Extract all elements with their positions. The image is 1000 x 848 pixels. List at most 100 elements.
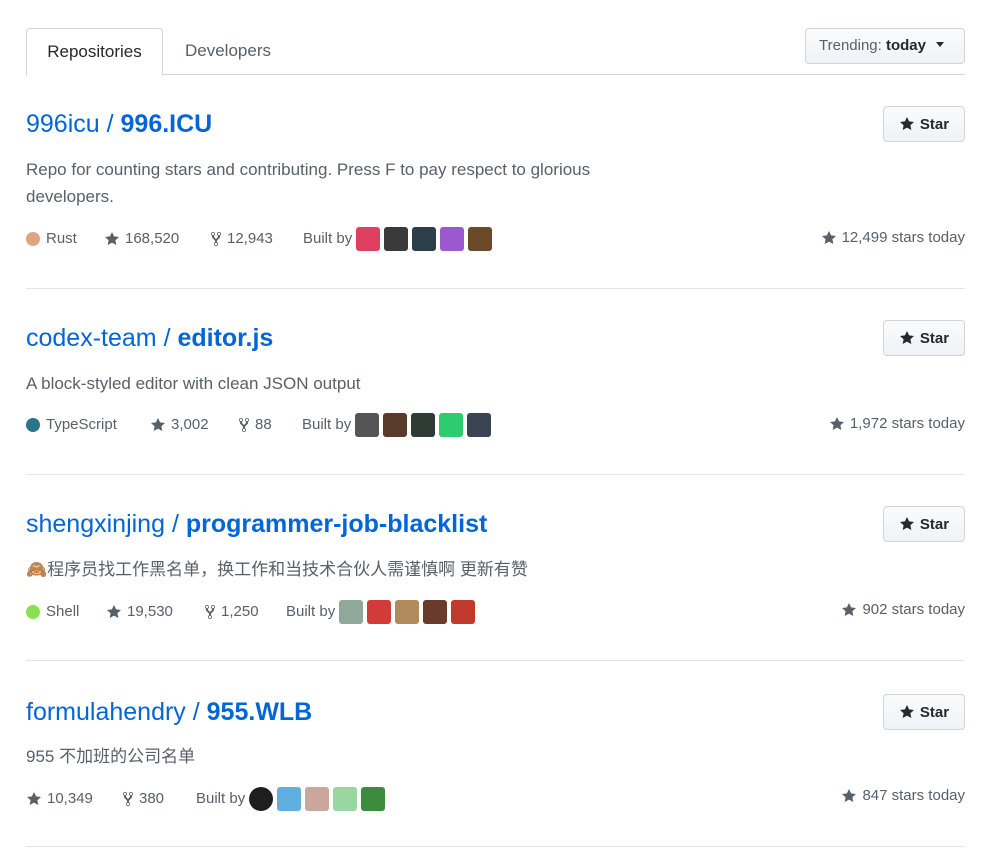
star-button[interactable]: Star bbox=[883, 506, 965, 542]
avatar[interactable] bbox=[384, 227, 409, 251]
star-button[interactable]: Star bbox=[883, 694, 965, 730]
stars-today: 902 stars today bbox=[841, 598, 965, 622]
language-color-dot bbox=[26, 232, 40, 246]
language-name: Rust bbox=[46, 230, 77, 247]
repo-meta: 10,349 380 Built by bbox=[26, 787, 626, 811]
repo-stars-link[interactable]: 10,349 bbox=[26, 787, 93, 811]
star-button-label: Star bbox=[919, 515, 950, 533]
star-button[interactable]: Star bbox=[883, 106, 965, 142]
repo-forks-link[interactable]: 88 bbox=[238, 413, 272, 437]
repo-item: shengxinjing / programmer-job-blacklist … bbox=[26, 506, 965, 630]
star-icon bbox=[842, 789, 857, 802]
repo-owner: 996icu bbox=[26, 110, 100, 138]
stars-today-text: 847 stars today bbox=[862, 787, 965, 804]
fork-icon bbox=[239, 418, 249, 432]
star-icon bbox=[105, 232, 119, 245]
built-by: Built by bbox=[286, 600, 479, 624]
star-icon bbox=[899, 117, 914, 130]
forks-count: 88 bbox=[255, 416, 272, 433]
avatar[interactable] bbox=[383, 413, 408, 437]
avatar[interactable] bbox=[440, 227, 465, 251]
trending-value: today bbox=[885, 37, 926, 54]
forks-count: 12,943 bbox=[227, 230, 273, 247]
avatar[interactable] bbox=[367, 600, 392, 624]
avatar[interactable] bbox=[412, 227, 437, 251]
avatar[interactable] bbox=[339, 600, 364, 624]
avatar[interactable] bbox=[468, 227, 493, 251]
repo-forks-link[interactable]: 12,943 bbox=[210, 227, 273, 251]
language-name: Shell bbox=[46, 603, 80, 620]
divider bbox=[26, 474, 965, 475]
stars-count: 3,002 bbox=[171, 416, 209, 433]
repo-stars-link[interactable]: 19,530 bbox=[106, 600, 173, 624]
avatar[interactable] bbox=[249, 787, 274, 811]
repo-title-link[interactable]: 996icu / 996.ICU bbox=[26, 110, 212, 139]
divider bbox=[26, 846, 965, 847]
built-by: Built by bbox=[302, 413, 495, 437]
built-by-label: Built by bbox=[196, 790, 246, 807]
avatar[interactable] bbox=[395, 600, 420, 624]
contributor-avatars bbox=[356, 227, 496, 251]
repo-item: formulahendry / 955.WLB Star 955 不加班的公司名… bbox=[26, 694, 965, 818]
stars-today-text: 12,499 stars today bbox=[841, 229, 965, 246]
language-color-dot bbox=[26, 605, 40, 619]
repo-meta: TypeScript 3,002 88 Built by bbox=[26, 413, 626, 437]
built-by: Built by bbox=[303, 227, 496, 251]
built-by-label: Built by bbox=[302, 416, 352, 433]
repo-owner: codex-team bbox=[26, 324, 157, 352]
star-button-label: Star bbox=[919, 329, 950, 347]
tab-repositories[interactable]: Repositories bbox=[26, 28, 163, 76]
fork-icon bbox=[205, 605, 215, 619]
built-by-label: Built by bbox=[286, 603, 336, 620]
repo-name: programmer-job-blacklist bbox=[185, 510, 488, 538]
star-button-label: Star bbox=[919, 703, 950, 721]
stars-count: 10,349 bbox=[47, 790, 93, 807]
tab-developers[interactable]: Developers bbox=[169, 28, 287, 75]
repo-title-link[interactable]: codex-team / editor.js bbox=[26, 324, 273, 353]
avatar[interactable] bbox=[411, 413, 436, 437]
repo-stars-link[interactable]: 3,002 bbox=[150, 413, 209, 437]
divider bbox=[26, 660, 965, 661]
built-by: Built by bbox=[196, 787, 389, 811]
repo-description: 955 不加班的公司名单 bbox=[26, 747, 196, 766]
repo-language: TypeScript bbox=[26, 413, 117, 437]
repo-description: A block-styled editor with clean JSON ou… bbox=[26, 374, 361, 393]
repo-title-link[interactable]: formulahendry / 955.WLB bbox=[26, 698, 312, 727]
avatar[interactable] bbox=[439, 413, 464, 437]
repo-owner: formulahendry bbox=[26, 698, 186, 726]
avatar[interactable] bbox=[277, 787, 302, 811]
contributor-avatars bbox=[355, 413, 495, 437]
caret-down-icon bbox=[936, 41, 945, 47]
avatar[interactable] bbox=[333, 787, 358, 811]
star-icon bbox=[821, 231, 836, 244]
repo-name: 955.WLB bbox=[206, 698, 313, 726]
avatar[interactable] bbox=[356, 227, 381, 251]
avatar[interactable] bbox=[361, 787, 386, 811]
star-icon bbox=[899, 705, 914, 718]
repo-stars-link[interactable]: 168,520 bbox=[104, 227, 179, 251]
star-button[interactable]: Star bbox=[883, 320, 965, 356]
avatar[interactable] bbox=[467, 413, 492, 437]
language-name: TypeScript bbox=[46, 416, 117, 433]
stars-today-text: 1,972 stars today bbox=[849, 415, 965, 432]
repo-forks-link[interactable]: 1,250 bbox=[204, 600, 259, 624]
repo-description: Repo for counting stars and contributing… bbox=[26, 160, 591, 206]
trending-period-select[interactable]: Trending: today bbox=[805, 28, 965, 64]
avatar[interactable] bbox=[423, 600, 448, 624]
repo-name: 996.ICU bbox=[120, 110, 213, 138]
fork-icon bbox=[123, 792, 133, 806]
repo-forks-link[interactable]: 380 bbox=[122, 787, 164, 811]
star-icon bbox=[899, 331, 914, 344]
repo-title-link[interactable]: shengxinjing / programmer-job-blacklist bbox=[26, 510, 487, 539]
avatar[interactable] bbox=[305, 787, 330, 811]
avatar[interactable] bbox=[355, 413, 380, 437]
forks-count: 380 bbox=[139, 790, 165, 807]
avatar[interactable] bbox=[451, 600, 476, 624]
language-color-dot bbox=[26, 418, 40, 432]
forks-count: 1,250 bbox=[221, 603, 259, 620]
repo-meta: Shell 19,530 1,250 Built by bbox=[26, 600, 626, 624]
fork-icon bbox=[211, 232, 221, 246]
repo-item: codex-team / editor.js Star A block-styl… bbox=[26, 320, 965, 444]
repo-language: Shell bbox=[26, 600, 79, 624]
star-icon bbox=[829, 417, 844, 430]
